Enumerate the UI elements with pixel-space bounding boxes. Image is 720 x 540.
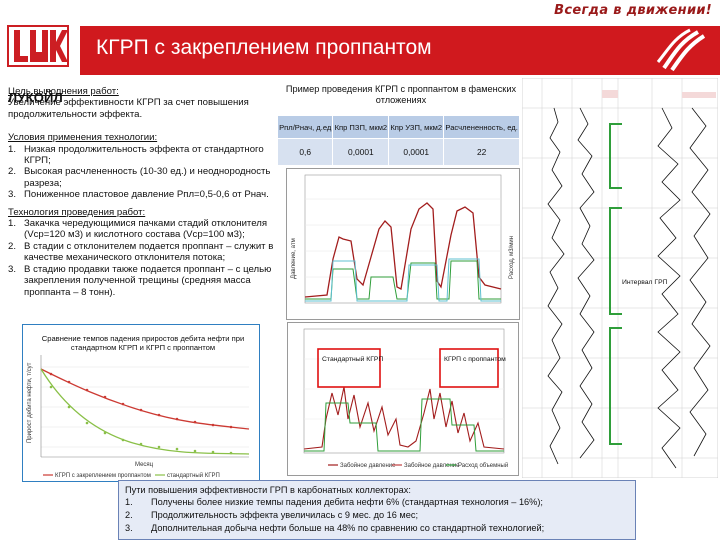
chart-legend: Забойное давление Забойное давление Расх… xyxy=(328,462,508,469)
goal-heading: Цель выполнения работ: xyxy=(8,86,119,97)
list-item: 3. Пониженное пластовое давление Рпл=0,5-… xyxy=(8,189,269,201)
table-cell: 0,0001 xyxy=(332,138,390,166)
slide-title: КГРП с закреплением проппантом xyxy=(96,36,432,59)
goal-text: Увеличение эффективности КГРП за счет по… xyxy=(8,97,249,120)
list-item: 1. Низкая продолжительность эффекта от ст… xyxy=(8,143,264,167)
summary-heading: Пути повышения эффективности ГРП в карбо… xyxy=(125,485,411,495)
left-axis-label: Давление, атм xyxy=(291,238,297,279)
table-header-cell: Кпр ПЗП, мкм2 xyxy=(332,115,390,139)
process-chart-bottom-svg: Стандартный КГРП КГРП с проппантом Забой… xyxy=(288,323,518,475)
table-header-cell: Рпл/Рнач, д.ед xyxy=(276,115,334,139)
slogan: Всегда в движении! xyxy=(554,3,712,18)
technology-heading: Технология проведения работ: xyxy=(8,206,146,218)
label-proppant: КГРП с проппантом xyxy=(444,356,506,363)
legend-label: Расход объемный xyxy=(458,462,508,469)
table-cell: 22 xyxy=(443,138,520,166)
left-text-block: Цель выполнения работ: Увеличение эффект… xyxy=(8,86,284,298)
legend-label: Забойное давление xyxy=(340,462,396,469)
table-cell: 0,0001 xyxy=(388,138,445,166)
label-standard: Стандартный КГРП xyxy=(322,355,383,363)
list-item: 2. В стадии с отклонителем подается пропп… xyxy=(8,240,274,264)
table-title: Пример проведения КГРП с проппантом в фа… xyxy=(285,84,517,105)
decline-xlabel: Месяц xyxy=(135,462,154,468)
legend-label: стандартный КГРП xyxy=(167,472,220,479)
right-axis-label: Расход, м3/мин xyxy=(509,236,515,279)
decline-legend: КГРП с закреплением проппантом стандартн… xyxy=(43,472,220,479)
parameters-table: Рпл/Рнач, д.ед Кпр ПЗП, мкм2 Кпр УЗП, мк… xyxy=(276,115,520,166)
process-chart-bottom: Стандартный КГРП КГРП с проппантом Забой… xyxy=(287,322,519,476)
lukoil-logo-icon xyxy=(7,25,69,67)
decline-ylabel: Прирост дебита нефти, т/сут xyxy=(27,362,33,443)
summary-box: Пути повышения эффективности ГРП в карбо… xyxy=(118,480,636,540)
list-item: 3. В стадию продавки также подается пропп… xyxy=(8,263,272,298)
well-log-panel: Интервал ГРП xyxy=(521,77,719,479)
interval-label: Интервал ГРП xyxy=(622,279,668,286)
decline-chart-title: Сравнение темпов падения приростов дебит… xyxy=(41,334,245,352)
process-chart-top-svg: Давление, атм Расход, м3/мин xyxy=(287,169,519,319)
list-item: 1. Закачка чередующимися пачками стадий о… xyxy=(8,218,268,241)
list-item: 2. Высокая расчлененность (10-30 ед.) и н… xyxy=(8,166,271,189)
table-header-cell: Кпр УЗП, мкм2 xyxy=(388,115,445,139)
well-log-svg: Интервал ГРП xyxy=(521,77,719,479)
table-cell: 0,6 xyxy=(276,138,334,166)
table-header-cell: Расчлененность, ед. xyxy=(443,115,520,139)
brand-mark-icon xyxy=(654,28,708,72)
process-chart-top: Давление, атм Расход, м3/мин xyxy=(286,168,520,320)
lukoil-logo: ЛУКОЙЛ xyxy=(6,24,72,105)
legend-label: КГРП с закреплением проппантом xyxy=(55,473,151,479)
conditions-heading: Условия применения технологии: xyxy=(8,132,158,144)
